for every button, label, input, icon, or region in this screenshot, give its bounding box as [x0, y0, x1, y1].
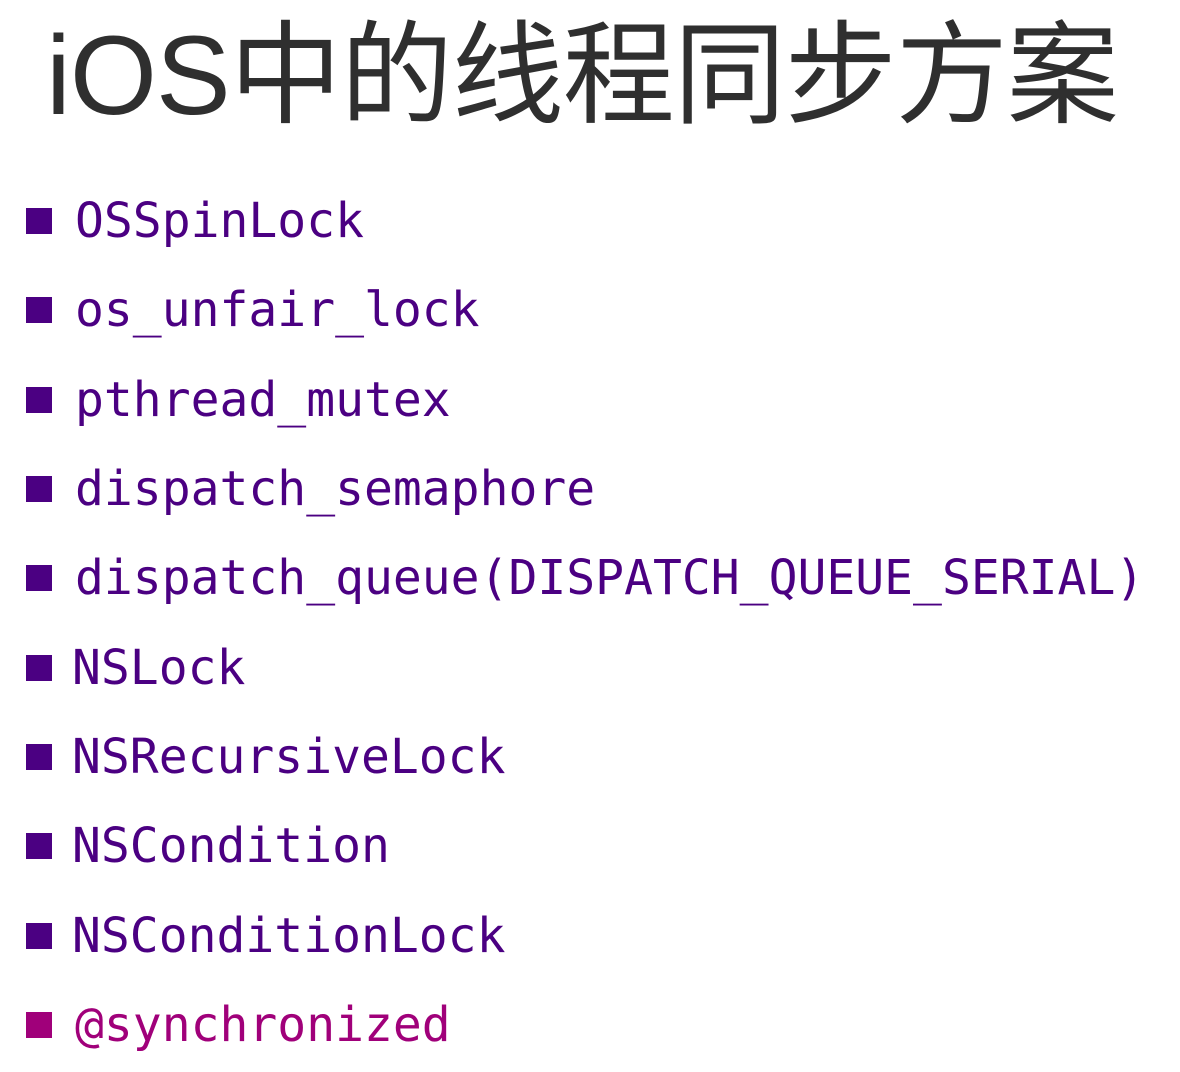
list-item-label: dispatch_queue(DISPATCH_QUEUE_SERIAL) [75, 550, 1145, 606]
list-item-label: pthread_mutex [75, 372, 451, 428]
square-bullet-icon [26, 655, 52, 681]
square-bullet-icon [26, 1012, 52, 1038]
square-bullet-icon [26, 923, 52, 949]
list-item-label: NSRecursiveLock [72, 729, 506, 785]
slide-title: iOS中的线程同步方案 [46, 13, 1119, 138]
square-bullet-icon [26, 833, 52, 859]
list-item-label: dispatch_semaphore [75, 461, 596, 517]
square-bullet-icon [26, 297, 52, 323]
list-item-label: NSLock [72, 640, 246, 696]
square-bullet-icon [26, 744, 52, 770]
square-bullet-icon [26, 387, 52, 413]
list-item-label: NSCondition [72, 818, 390, 874]
square-bullet-icon [26, 476, 52, 502]
list-item-label: os_unfair_lock [75, 282, 480, 338]
list-item-label: @synchronized [75, 997, 451, 1053]
square-bullet-icon [26, 208, 52, 234]
list-item-label: NSConditionLock [72, 908, 506, 964]
list-item-label: OSSpinLock [75, 193, 364, 249]
square-bullet-icon [26, 565, 52, 591]
